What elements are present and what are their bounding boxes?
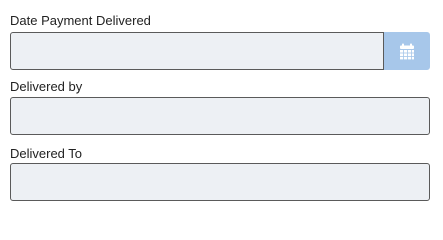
calendar-icon	[399, 43, 415, 60]
delivered-to-label: Delivered To	[10, 146, 83, 161]
delivered-to-field[interactable]	[10, 163, 430, 201]
delivered-by-field[interactable]	[10, 97, 430, 135]
date-payment-delivered-field[interactable]	[10, 32, 384, 70]
date-payment-delivered-label: Date Payment Delivered	[10, 13, 151, 28]
delivered-by-label: Delivered by	[10, 79, 83, 94]
date-picker-button[interactable]	[384, 32, 430, 70]
